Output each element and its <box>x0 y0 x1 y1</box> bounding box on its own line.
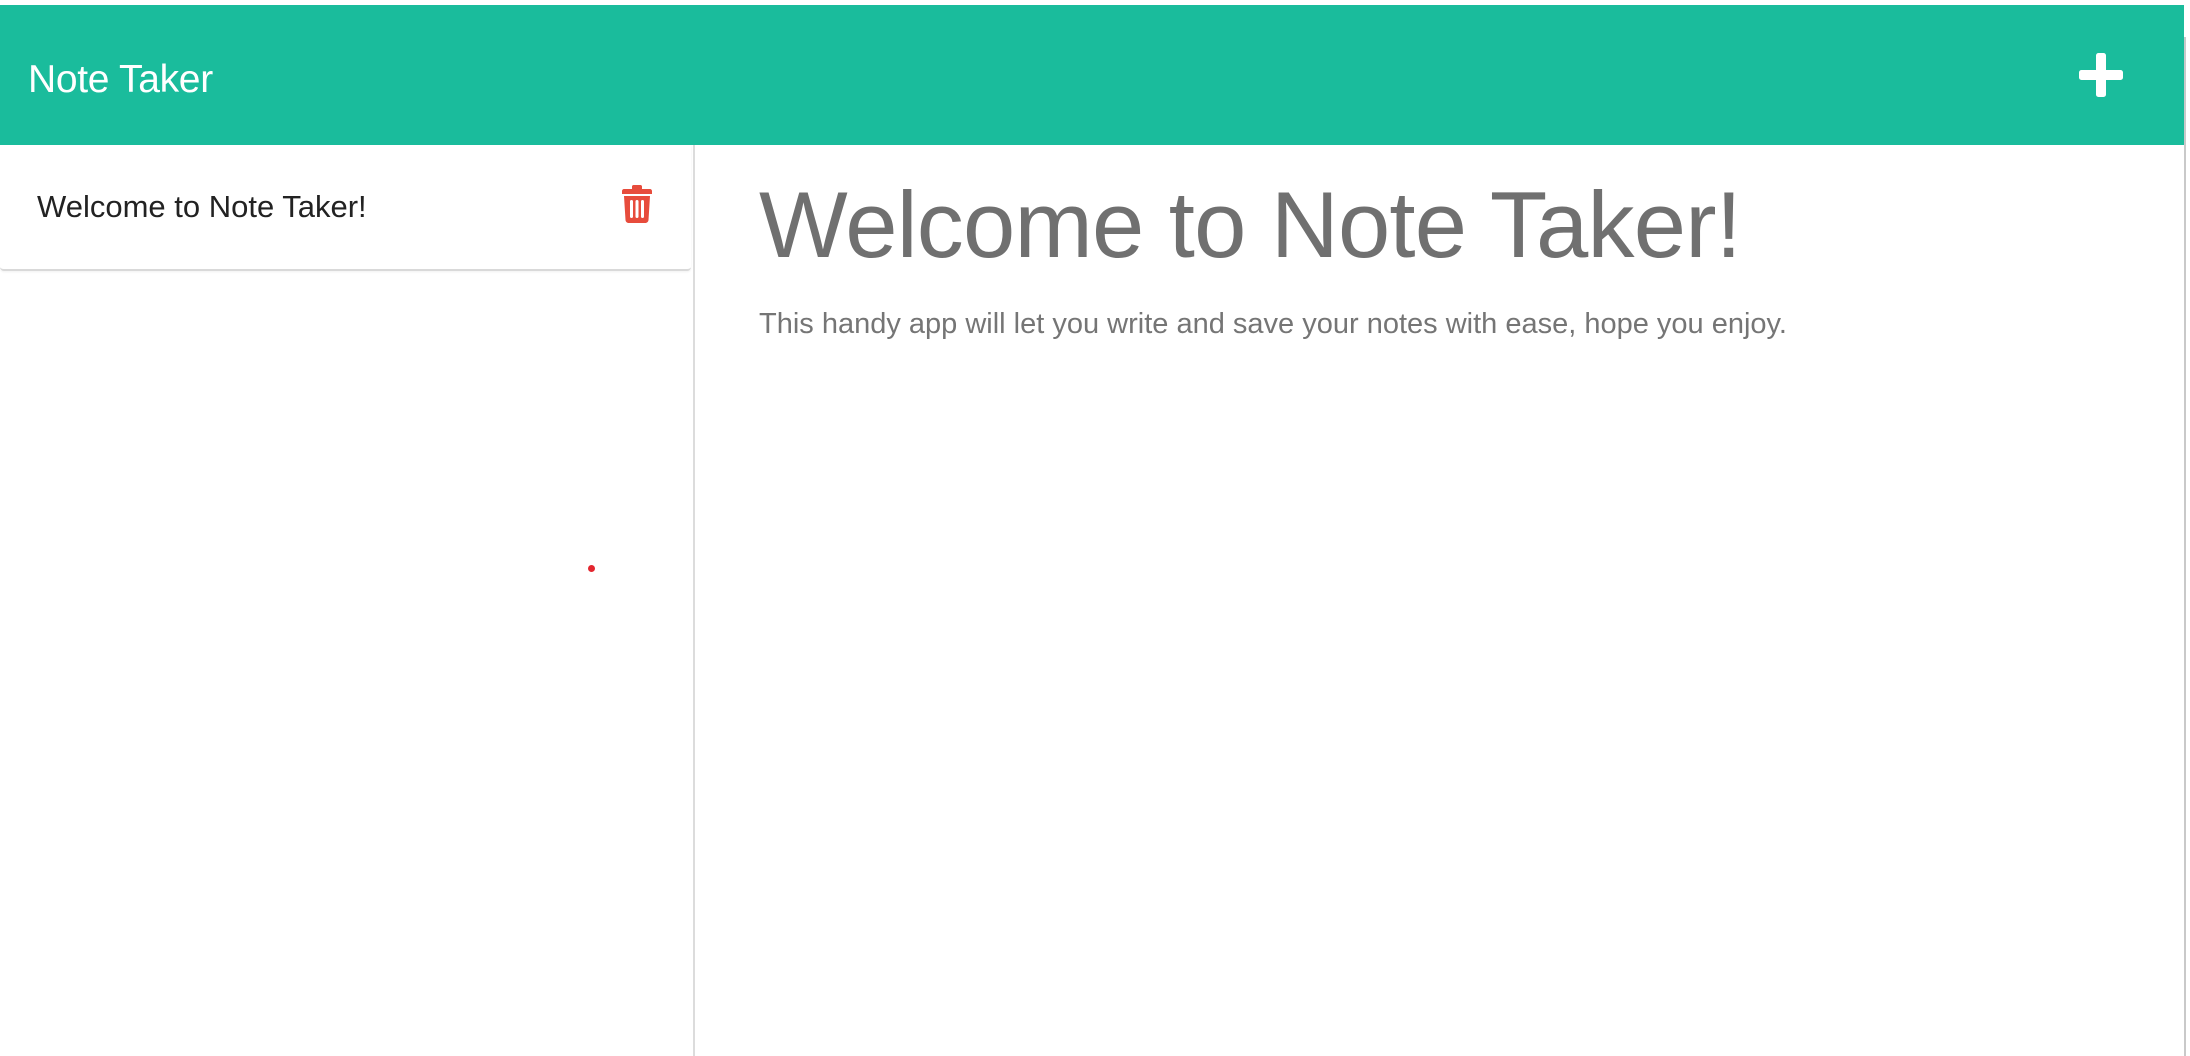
note-text-display[interactable]: This handy app will let you write and sa… <box>759 303 1787 345</box>
app-window: Note Taker Welcome to Note Taker! Welcom… <box>0 0 2190 1056</box>
new-note-button[interactable] <box>2076 50 2126 100</box>
note-editor: Welcome to Note Taker! This handy app wi… <box>695 145 2184 1056</box>
top-navbar: Note Taker <box>0 5 2184 145</box>
note-list-title: Welcome to Note Taker! <box>37 189 367 224</box>
delete-note-button[interactable] <box>621 185 653 223</box>
app-brand[interactable]: Note Taker <box>28 52 213 108</box>
cursor-indicator <box>588 565 595 572</box>
note-title-display[interactable]: Welcome to Note Taker! <box>759 169 1742 281</box>
plus-icon <box>2079 53 2123 97</box>
scrollbar-track[interactable] <box>2184 37 2186 1056</box>
trash-icon <box>622 185 652 223</box>
note-list-item[interactable]: Welcome to Note Taker! <box>0 145 691 271</box>
notes-sidebar: Welcome to Note Taker! <box>0 145 695 1056</box>
